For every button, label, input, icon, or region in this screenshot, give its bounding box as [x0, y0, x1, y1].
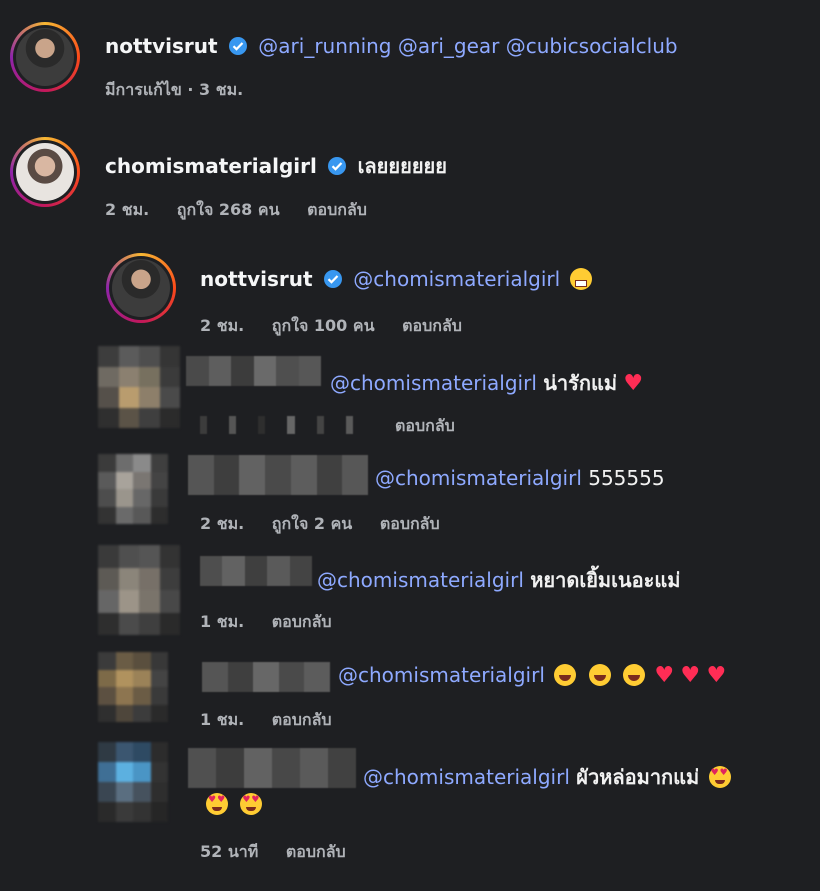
mention-link[interactable]: @chomismaterialgirl: [317, 568, 524, 592]
reply-button[interactable]: ตอบกลับ: [307, 200, 367, 219]
reply-meta: 2 ชม. ถูกใจ 2 คน ตอบกลับ: [200, 512, 462, 537]
likes-count[interactable]: ถูกใจ 268 คน: [177, 200, 280, 219]
heart-icon: ♥: [654, 663, 675, 688]
reply-button[interactable]: ตอบกลับ: [395, 414, 455, 439]
avatar[interactable]: [10, 137, 80, 207]
reply-button[interactable]: ตอบกลับ: [272, 612, 332, 631]
blurred-username: [202, 662, 330, 692]
blurred-username: [200, 556, 312, 586]
reply-meta: 2 ชม. ถูกใจ 100 คน ตอบกลับ: [200, 314, 484, 339]
blurred-username: [188, 455, 368, 495]
blurred-avatar[interactable]: [98, 346, 180, 428]
reply-meta: 1 ชม. ตอบกลับ: [200, 610, 354, 635]
username[interactable]: nottvisrut: [105, 34, 218, 58]
reply-line: nottvisrut @chomismaterialgirl: [200, 267, 595, 291]
reply-button[interactable]: ตอบกลับ: [272, 710, 332, 729]
reply-line: @chomismaterialgirl ผัวหล่อมากแม่: [363, 761, 734, 793]
reply-line: @chomismaterialgirl ♥ ♥ ♥: [338, 663, 726, 688]
likes-count[interactable]: ถูกใจ 100 คน: [272, 316, 375, 335]
reply-meta: 1 ชม. ตอบกลับ: [200, 708, 354, 733]
blurred-meta: [200, 416, 375, 434]
reply-text: หยาดเยิ้มเนอะแม่: [530, 568, 681, 592]
mention-link[interactable]: @chomismaterialgirl: [330, 371, 537, 395]
reply-button[interactable]: ตอบกลับ: [380, 514, 440, 533]
reply-text: ผัวหล่อมากแม่: [576, 765, 700, 789]
username[interactable]: nottvisrut: [200, 267, 313, 291]
comment-line: chomismaterialgirl เลยยยยยย: [105, 150, 447, 182]
mention-link[interactable]: @chomismaterialgirl: [375, 466, 582, 490]
comment-meta: 2 ชม. ถูกใจ 268 คน ตอบกลับ: [105, 198, 389, 223]
time-label: 2 ชม.: [200, 514, 245, 533]
verified-badge-icon: [323, 270, 342, 288]
time-label: 1 ชม.: [200, 612, 245, 631]
verified-badge-icon: [228, 37, 247, 55]
blurred-avatar[interactable]: [98, 454, 168, 524]
laughing-emoji-icon: [622, 664, 645, 686]
blurred-avatar[interactable]: [98, 652, 168, 722]
reply-button[interactable]: ตอบกลับ: [402, 316, 462, 335]
heart-eyes-emoji-icon: [240, 793, 263, 815]
laughing-emoji-icon: [588, 664, 611, 686]
heart-icon: ♥: [706, 663, 727, 688]
blurred-username: [186, 356, 321, 386]
username[interactable]: chomismaterialgirl: [105, 154, 317, 178]
reply-line: @chomismaterialgirl น่ารักแม่ ♥: [330, 367, 643, 399]
time-label: 52 นาที: [200, 842, 259, 861]
edited-label: มีการแก้ไข · 3 ชม.: [105, 80, 244, 99]
verified-badge-icon: [328, 157, 347, 175]
avatar[interactable]: [106, 253, 176, 323]
comment-text: เลยยยยยย: [357, 154, 447, 178]
time-label: 2 ชม.: [105, 200, 150, 219]
blurred-avatar[interactable]: [98, 742, 168, 822]
comment-line: nottvisrut @ari_running @ari_gear @cubic…: [105, 34, 678, 58]
heart-eyes-emoji-icon: [708, 766, 731, 788]
mention-link[interactable]: @chomismaterialgirl: [363, 765, 570, 789]
reply-line-continued: [203, 792, 265, 816]
avatar[interactable]: [10, 22, 80, 92]
blurred-username: [188, 748, 356, 788]
time-label: 1 ชม.: [200, 710, 245, 729]
heart-icon: ♥: [623, 371, 644, 396]
time-label: 2 ชม.: [200, 316, 245, 335]
reply-line: @chomismaterialgirl หยาดเยิ้มเนอะแม่: [317, 564, 680, 596]
reply-button[interactable]: ตอบกลับ: [286, 842, 346, 861]
blurred-avatar[interactable]: [98, 545, 180, 635]
heart-eyes-emoji-icon: [206, 793, 228, 815]
comment-meta: มีการแก้ไข · 3 ชม.: [105, 78, 265, 103]
reply-line: @chomismaterialgirl 555555: [375, 466, 665, 490]
reply-text: น่ารักแม่: [543, 371, 618, 395]
heart-icon: ♥: [680, 663, 701, 688]
grimace-emoji-icon: [569, 268, 592, 290]
likes-count[interactable]: ถูกใจ 2 คน: [272, 514, 352, 533]
mention-link[interactable]: @ari_running @ari_gear @cubicsocialclub: [258, 34, 677, 58]
mention-link[interactable]: @chomismaterialgirl: [338, 663, 545, 687]
reply-text: 555555: [588, 466, 665, 490]
reply-meta: 52 นาที ตอบกลับ: [200, 840, 368, 865]
mention-link[interactable]: @chomismaterialgirl: [353, 267, 560, 291]
laughing-emoji-icon: [554, 664, 577, 686]
